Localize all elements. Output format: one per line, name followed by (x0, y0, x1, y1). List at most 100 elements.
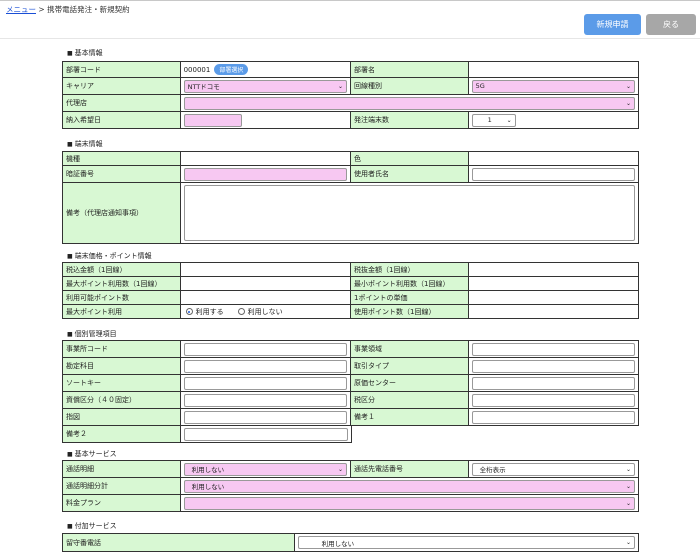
call-total-cell: 利用しない ⌄ (180, 478, 639, 494)
call-total-select[interactable]: 利用しない ⌄ (183, 479, 635, 493)
account-cell (180, 358, 351, 374)
agency-cell: ⌄ (180, 95, 639, 111)
remarks-label: 備考（代理店通知事項） (63, 183, 181, 243)
plan-cell: ⌄ (180, 495, 639, 511)
chevron-down-icon: ⌄ (337, 465, 343, 473)
route-input[interactable] (183, 410, 347, 424)
trade-type-input[interactable] (471, 359, 635, 373)
table-row: ソートキー 原価センター (63, 375, 639, 392)
top-border (0, 0, 700, 1)
max-point-label: 最大ポイント利用数（1回線） (63, 277, 181, 290)
delivery-date-cell (180, 112, 351, 128)
call-dest-label: 通話先電話番号 (351, 461, 469, 477)
cost-center-cell (468, 375, 639, 391)
dept-code-value: 000001 (183, 65, 211, 74)
use-no-label: 利用しない (247, 307, 283, 316)
auth-code-label: 暗証番号 (63, 166, 181, 182)
table-row: 通話明細分計 利用しない ⌄ (63, 478, 639, 495)
delivery-date-input[interactable] (183, 113, 242, 127)
max-use-cell: 利用する 利用しない (180, 305, 351, 318)
basic-service-table: 通話明細 利用しない ⌄ 通話先電話番号 全桁表示 ⌄ 通話明細分計 利用しない ⌄ … (62, 460, 639, 512)
use-no-radio[interactable] (237, 308, 245, 315)
agency-select[interactable]: ⌄ (183, 96, 635, 110)
used-point-value (468, 305, 639, 318)
route-label: 指図 (63, 409, 181, 425)
dept-code-label: 部署コード (63, 62, 181, 77)
table-row: 代理店 ⌄ (63, 95, 639, 112)
chevron-down-icon: ⌄ (625, 499, 631, 507)
color-label: 色 (351, 152, 469, 165)
note1-input[interactable] (471, 410, 635, 424)
avail-point-value (180, 291, 351, 304)
call-detail-cell: 利用しない ⌄ (180, 461, 351, 477)
note1-label: 備考１ (351, 409, 469, 425)
asset-cat-label: 資償区分（４０固定） (63, 392, 181, 408)
cost-center-input[interactable] (471, 376, 635, 390)
new-apply-button[interactable]: 新規申請 (584, 14, 641, 35)
unit-price-label: 1ポイントの単価 (351, 291, 469, 304)
section-title-basic: 基本情報 (67, 48, 103, 58)
table-row: 最大ポイント利用 利用する 利用しない 使用ポイント数（1回線） (63, 305, 639, 319)
call-dest-cell: 全桁表示 ⌄ (468, 461, 639, 477)
office-code-input[interactable] (183, 342, 347, 356)
note2-input[interactable] (184, 427, 348, 441)
call-dest-select[interactable]: 全桁表示 ⌄ (471, 462, 635, 476)
business-area-input[interactable] (471, 342, 635, 356)
account-input[interactable] (183, 359, 347, 373)
remarks-cell (180, 183, 639, 243)
chevron-down-icon: ⌄ (625, 99, 631, 107)
table-row: 通話明細 利用しない ⌄ 通話先電話番号 全桁表示 ⌄ (63, 461, 639, 478)
extra-service-table: 留守番電話 利用しない ⌄ (62, 533, 639, 552)
carrier-cell: NTTドコモ ⌄ (180, 78, 351, 94)
auth-code-input[interactable] (183, 167, 347, 181)
table-row: 備考（代理店通知事項） (63, 183, 639, 244)
asset-cat-input[interactable] (183, 393, 347, 407)
order-count-select[interactable]: 1 ⌄ (471, 113, 516, 127)
section-title-terminal: 端末情報 (67, 139, 103, 149)
auth-code-cell (180, 166, 351, 182)
office-code-label: 事業所コード (63, 341, 181, 357)
line-type-select[interactable]: 5G ⌄ (471, 79, 635, 93)
chevron-down-icon: ⌄ (625, 539, 631, 546)
line-type-label: 回線種別 (351, 78, 469, 94)
table-row: 留守番電話 利用しない ⌄ (63, 534, 639, 552)
call-detail-label: 通話明細 (63, 461, 181, 477)
dept-select-button[interactable]: 部署選択 (214, 64, 249, 75)
order-count-label: 発注端末数 (351, 112, 469, 128)
user-name-input[interactable] (471, 167, 635, 181)
voicemail-select[interactable]: 利用しない ⌄ (297, 536, 635, 549)
tax-cat-input[interactable] (471, 393, 635, 407)
back-button[interactable]: 戻る (646, 14, 696, 35)
business-area-cell (468, 341, 639, 357)
table-row: 暗証番号 使用者氏名 (63, 166, 639, 183)
use-yes-radio[interactable] (185, 308, 193, 315)
trade-type-label: 取引タイプ (351, 358, 469, 374)
note1-cell (468, 409, 639, 425)
sort-key-input[interactable] (183, 376, 347, 390)
table-row: 料金プラン ⌄ (63, 495, 639, 512)
basic-info-table: 部署コード 000001 部署選択 部署名 キャリア NTTドコモ ⌄ 回線種別 … (62, 61, 639, 129)
breadcrumb-menu-link[interactable]: メニュー (6, 5, 36, 14)
account-label: 勘定科目 (63, 358, 181, 374)
line-type-cell: 5G ⌄ (468, 78, 639, 94)
asset-cat-cell (180, 392, 351, 408)
section-title-price: 端末価格・ポイント情報 (67, 251, 152, 261)
table-row: 最大ポイント利用数（1回線） 最小ポイント利用数（1回線） (63, 277, 639, 291)
chevron-down-icon: ⌄ (625, 82, 631, 90)
trade-type-cell (468, 358, 639, 374)
call-detail-select[interactable]: 利用しない ⌄ (183, 462, 347, 476)
breadcrumb-separator: > (38, 5, 45, 14)
carrier-select[interactable]: NTTドコモ ⌄ (183, 79, 347, 93)
route-cell (180, 409, 351, 425)
table-row: 機種 色 (63, 152, 639, 166)
section-title-extra-service: 付加サービス (67, 521, 117, 531)
voicemail-label: 留守番電話 (63, 534, 295, 551)
terminal-info-table: 機種 色 暗証番号 使用者氏名 備考（代理店通知事項） (62, 151, 639, 244)
note2-cell (181, 426, 352, 443)
avail-point-label: 利用可能ポイント数 (63, 291, 181, 304)
plan-select[interactable]: ⌄ (183, 496, 635, 510)
remarks-textarea[interactable] (183, 185, 635, 241)
dept-name-value (468, 62, 639, 77)
tax-incl-label: 税込金額（1回線） (63, 263, 181, 276)
carrier-label: キャリア (63, 78, 181, 94)
